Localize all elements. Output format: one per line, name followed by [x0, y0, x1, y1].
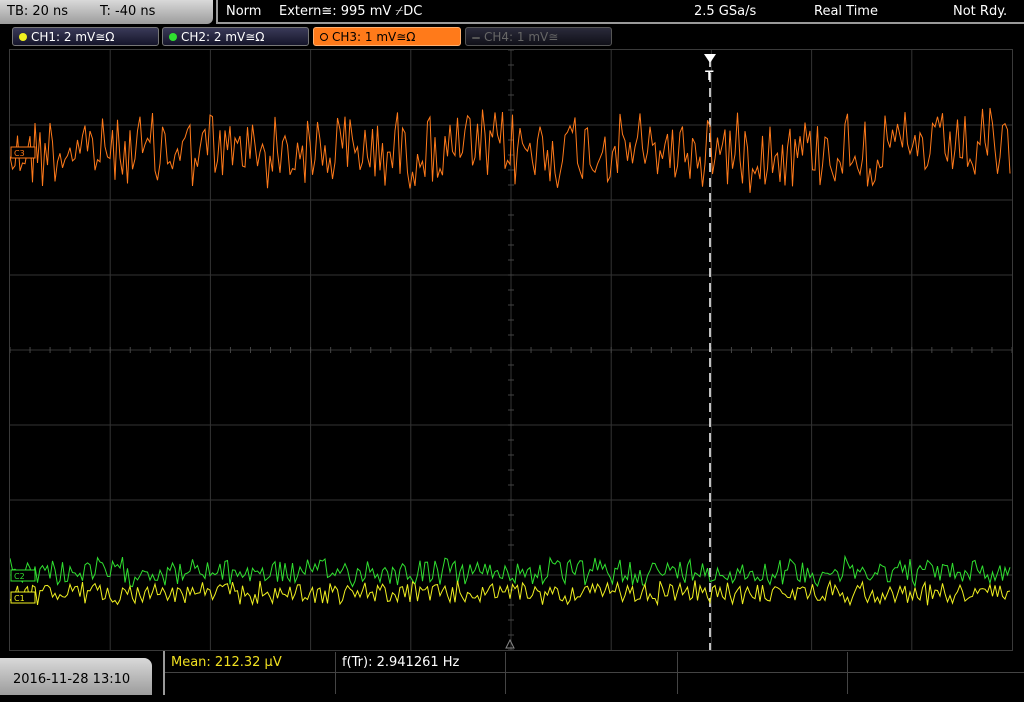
trigger-mode[interactable]: Norm [226, 0, 261, 24]
sample-rate[interactable]: 2.5 GSa/s [694, 0, 756, 24]
ch3-indicator-icon [320, 33, 328, 41]
trigger-marker-label: T [705, 67, 714, 83]
trigger-time-value: T: -40 ns [100, 4, 156, 19]
channel-2-button[interactable]: CH2: 2 mV≅Ω [162, 27, 309, 46]
ch3-offset-marker[interactable]: C3 [10, 146, 36, 159]
channel-3-button[interactable]: CH3: 1 mV≅Ω [313, 27, 461, 46]
ch3-label: CH3: 1 mV≅Ω [332, 30, 416, 44]
channel-3-trace [9, 107, 1011, 193]
measurement-slot-4[interactable] [678, 652, 848, 673]
ch2-offset-marker[interactable]: C2 [10, 569, 36, 582]
channel-2-trace [9, 554, 1011, 588]
ch1-indicator-icon [19, 33, 27, 41]
time-reference-icon [505, 638, 515, 649]
ch3-marker-label: C3 [14, 149, 25, 158]
trigger-source[interactable]: Extern≅: 995 mV ⌿DC [279, 0, 422, 24]
acquisition-status: Not Rdy. [953, 4, 1008, 19]
ch1-offset-marker[interactable]: C1 [10, 591, 36, 604]
measurement-slot-6[interactable] [165, 673, 336, 694]
waveform-display[interactable]: T C3 C2 C1 [9, 49, 1013, 651]
measurement-slot-7[interactable] [336, 673, 506, 694]
channel-1-trace [9, 579, 1011, 607]
trigger-arrow-icon[interactable] [704, 54, 716, 63]
ch1-marker-label: C1 [14, 594, 25, 603]
ch4-indicator-icon [472, 37, 480, 39]
mean-measurement[interactable]: Mean: 212.32 µV [165, 652, 336, 673]
date-time-display[interactable]: 2016-11-28 13:10 [0, 658, 152, 695]
channel-bar: CH1: 2 mV≅Ω CH2: 2 mV≅Ω CH3: 1 mV≅Ω CH4:… [0, 26, 1024, 48]
measurement-panel[interactable]: Mean: 212.32 µV f(Tr): 2.941261 Hz [163, 651, 1024, 695]
channel-1-button[interactable]: CH1: 2 mV≅Ω [12, 27, 159, 46]
channel-4-button[interactable]: CH4: 1 mV≅ [465, 27, 612, 46]
waveform-canvas: T C3 C2 C1 [9, 49, 1013, 651]
ch2-label: CH2: 2 mV≅Ω [181, 30, 265, 44]
acquisition-mode[interactable]: Real Time [814, 0, 878, 24]
measurement-slot-3[interactable] [506, 652, 678, 673]
timebase-panel[interactable]: TB: 20 ns T: -40 ns [0, 0, 213, 24]
measurement-slot-9[interactable] [678, 673, 848, 694]
ch2-marker-label: C2 [14, 572, 25, 581]
ch2-indicator-icon [169, 33, 177, 41]
ch1-label: CH1: 2 mV≅Ω [31, 30, 115, 44]
measurement-slot-10[interactable] [848, 673, 1024, 694]
timebase-value: TB: 20 ns [7, 4, 69, 19]
ch4-label: CH4: 1 mV≅ [484, 30, 559, 44]
measurement-slot-5[interactable] [848, 652, 1024, 673]
frequency-measurement[interactable]: f(Tr): 2.941261 Hz [336, 652, 506, 673]
top-status-bar: TB: 20 ns T: -40 ns Norm Extern≅: 995 mV… [0, 0, 1024, 24]
measurement-slot-8[interactable] [506, 673, 678, 694]
